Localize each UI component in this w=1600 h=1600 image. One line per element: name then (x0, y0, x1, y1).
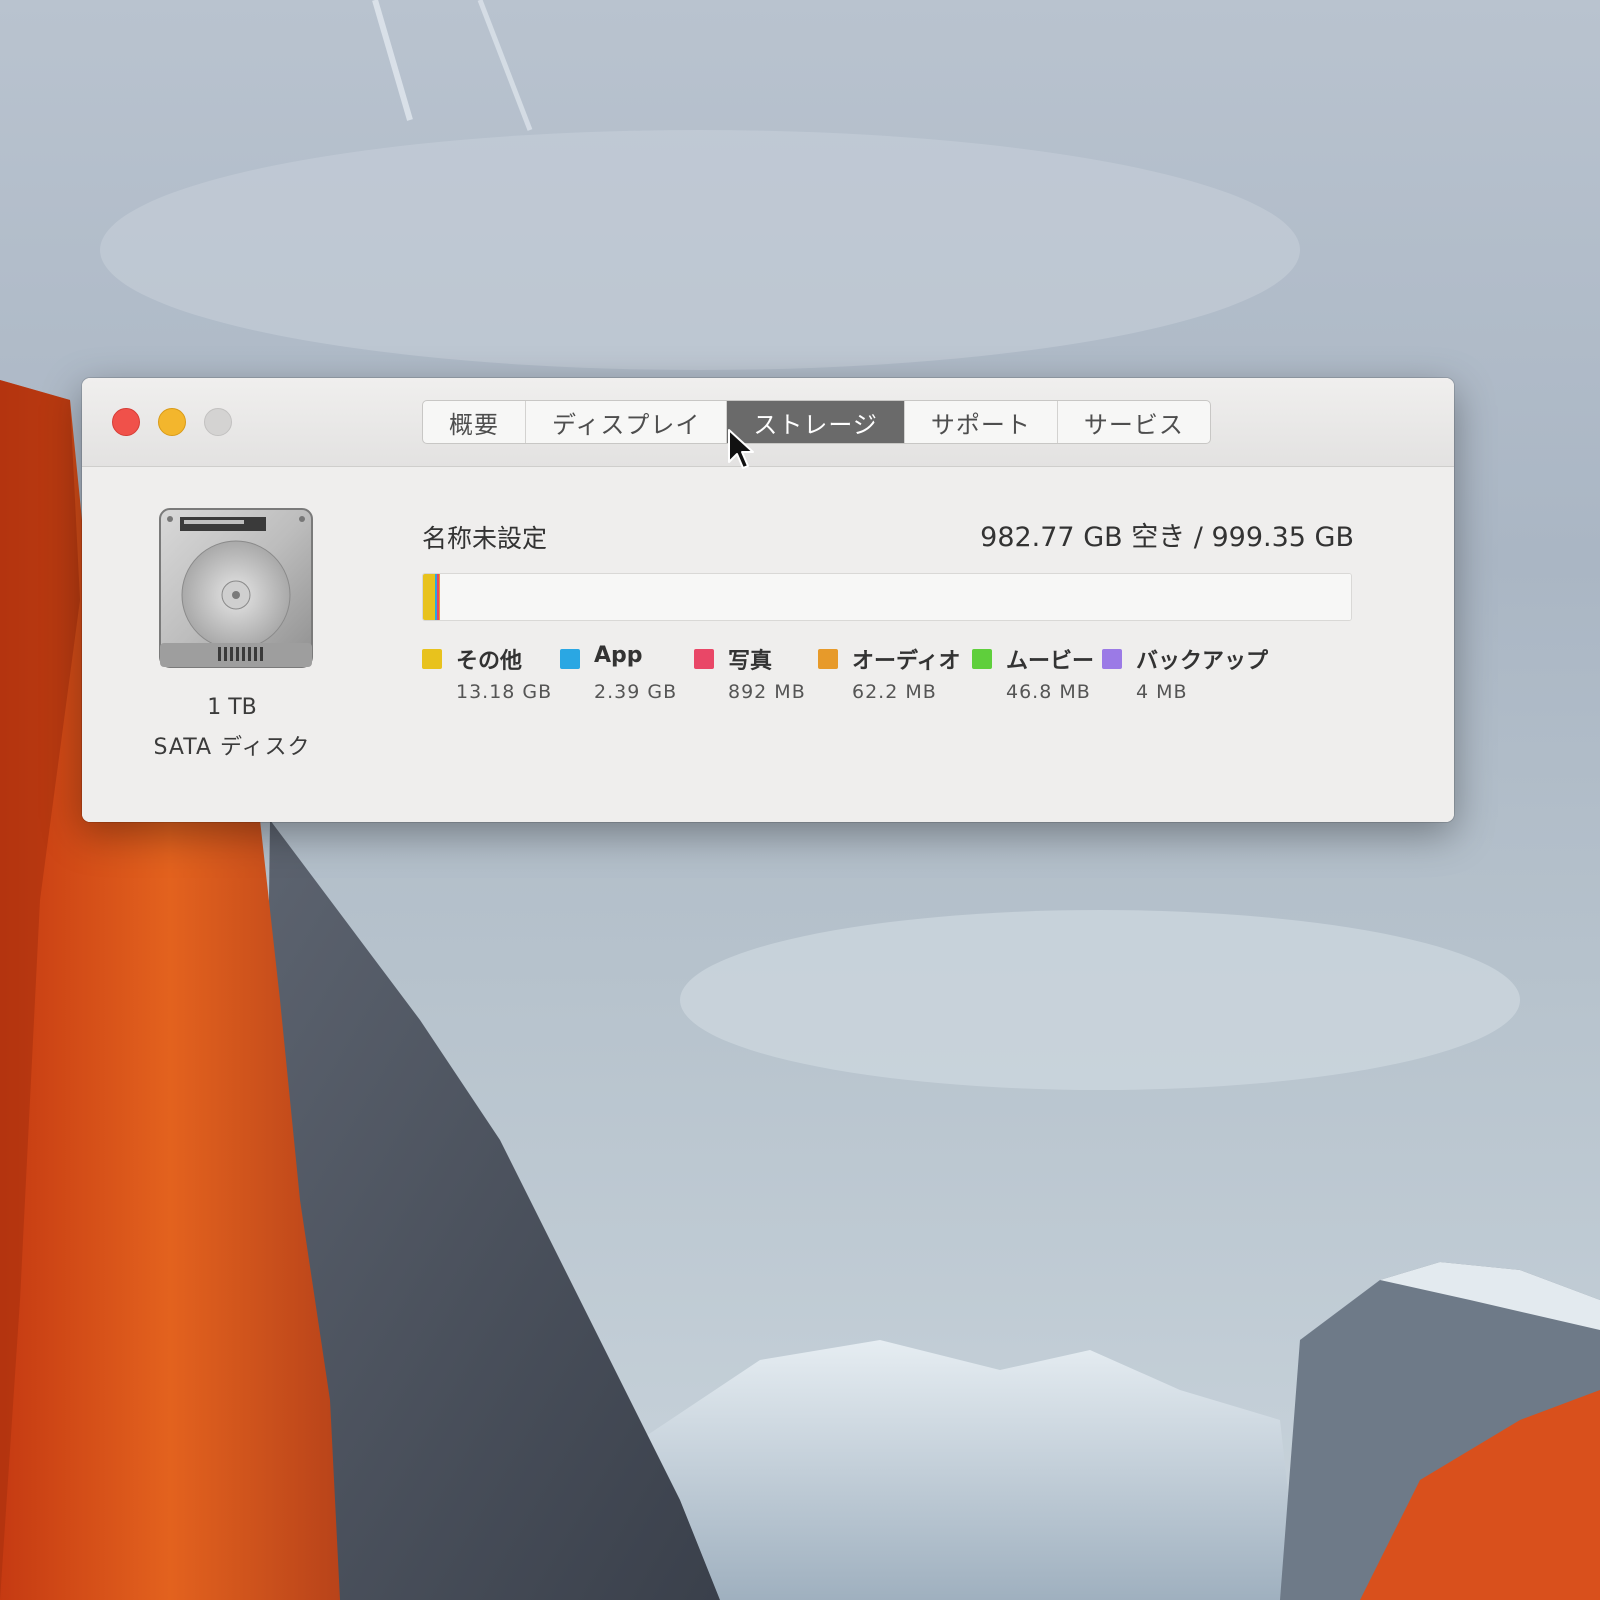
storage-pane: 1 TB SATA ディスク 名称未設定 982.77 GB 空き / 999.… (82, 467, 1454, 822)
tab-service[interactable]: サービス (1058, 401, 1210, 443)
legend-label: バックアップ (1136, 649, 1269, 674)
hard-disk-icon (152, 503, 320, 673)
close-button[interactable] (112, 408, 140, 436)
usage-segment-free (440, 574, 1351, 620)
legend-swatch (422, 649, 442, 669)
storage-legend: その他 13.18 GB App 2.39 GB 写真 892 MB オーディオ… (422, 643, 1322, 723)
legend-size: 62.2 MB (852, 681, 937, 703)
tab-overview[interactable]: 概要 (423, 401, 526, 443)
about-this-mac-window: 概要 ディスプレイ ストレージ サポート サービス 1 TB SATA ディスク… (82, 378, 1454, 822)
legend-label: 写真 (728, 649, 773, 674)
legend-size: 46.8 MB (1006, 681, 1091, 703)
tab-support[interactable]: サポート (905, 401, 1058, 443)
mouse-pointer-icon (727, 428, 757, 472)
legend-label: その他 (456, 649, 523, 674)
window-titlebar[interactable]: 概要 ディスプレイ ストレージ サポート サービス (82, 378, 1454, 467)
legend-size: 13.18 GB (456, 681, 553, 703)
legend-size: 4 MB (1136, 681, 1188, 703)
legend-swatch (694, 649, 714, 669)
disk-size-label: 1 TB (207, 695, 257, 720)
legend-swatch (1102, 649, 1122, 669)
volume-capacity: 982.77 GB 空き / 999.35 GB (980, 522, 1354, 553)
legend-swatch (818, 649, 838, 669)
legend-swatch (560, 649, 580, 669)
legend-swatch (972, 649, 992, 669)
minimize-button[interactable] (158, 408, 186, 436)
volume-name: 名称未設定 (422, 524, 548, 553)
zoom-button (204, 408, 232, 436)
usage-segment-other (423, 574, 435, 620)
storage-usage-bar (422, 573, 1352, 621)
tab-displays[interactable]: ディスプレイ (526, 401, 728, 443)
legend-size: 892 MB (728, 681, 806, 703)
tab-bar: 概要 ディスプレイ ストレージ サポート サービス (422, 400, 1211, 444)
legend-label: App (594, 643, 643, 668)
legend-label: ムービー (1006, 649, 1095, 674)
disk-type-label: SATA ディスク (153, 735, 311, 760)
legend-label: オーディオ (852, 649, 961, 674)
legend-size: 2.39 GB (594, 681, 678, 703)
